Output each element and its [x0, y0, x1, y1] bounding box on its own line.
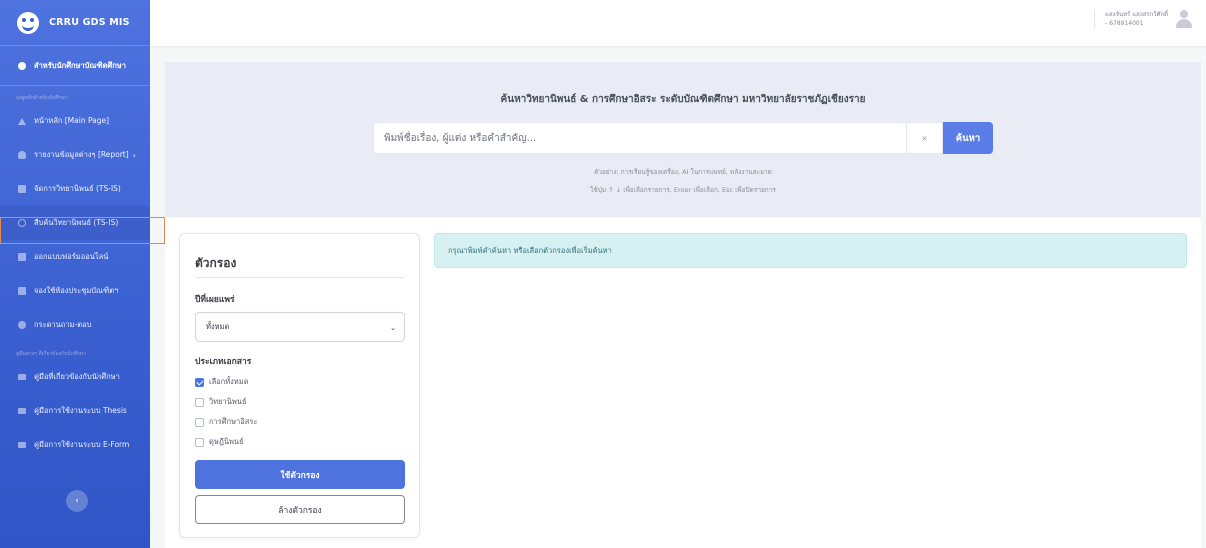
close-icon: × [921, 133, 928, 143]
checkbox-dissertation[interactable]: ดุษฎีนิพนธ์ [195, 436, 244, 448]
palette-icon [18, 61, 26, 70]
checkbox-icon[interactable] [195, 397, 204, 407]
sidebar-item-home[interactable]: หน้าหลัก [Main Page] [0, 104, 150, 138]
chevron-left-icon: ‹ [75, 496, 79, 506]
sidebar-item-label: ออกแบบฟอร์มออนไลน์ [34, 252, 109, 261]
search-icon [18, 219, 26, 227]
checkbox-icon[interactable] [195, 437, 204, 447]
sidebar-collapse-button[interactable]: ‹ [66, 490, 88, 512]
sidebar-item-online-form[interactable]: ออกแบบฟอร์มออนไลน์ [0, 240, 150, 274]
search-button[interactable]: ค้นหา [943, 122, 993, 154]
avatar-icon [1176, 10, 1192, 28]
example-hint: ตัวอย่าง: การเรียนรู้ของเครื่อง, AI ในกา… [594, 168, 772, 176]
file-icon [18, 253, 26, 261]
document-icon [18, 185, 26, 193]
doctype-label: ประเภทเอกสาร [195, 357, 252, 367]
sidebar-item-label: คู่มือการใช้งานระบบ Thesis [34, 406, 127, 415]
chevron-down-icon: ⌄ [390, 324, 396, 332]
year-label: ปีที่เผยแพร่ [195, 295, 235, 305]
clear-filter-button[interactable]: ล้างตัวกรอง [195, 495, 405, 524]
brand[interactable]: CRRU GDS MIS [0, 0, 150, 46]
brand-name: CRRU GDS MIS [49, 17, 130, 28]
clear-search-button[interactable]: × [906, 123, 942, 153]
home-icon [18, 117, 26, 125]
divider [195, 277, 405, 278]
sidebar-heading: เมนูหลักสำหรับนักศึกษา [16, 95, 68, 101]
folder-icon [18, 442, 26, 448]
sidebar-item-label: จองใช้ห้องประชุมบัณฑิตฯ [34, 286, 119, 295]
user-id: - 678914001 [1105, 20, 1144, 27]
edit-icon [18, 287, 26, 295]
smiley-logo-icon [17, 11, 39, 34]
checkbox-label: ดุษฎีนิพนธ์ [209, 437, 244, 446]
search-input[interactable] [374, 123, 906, 153]
filter-panel: ตัวกรอง ปีที่เผยแพร่ ทั้งหมด ⌄ ประเภทเอก… [179, 233, 420, 538]
checkbox-label: วิทยานิพนธ์ [209, 397, 247, 406]
keyboard-hint: ใช้ปุ่ม ↑ ↓ เพื่อเลือกรายการ, Enter เพื่… [590, 186, 776, 194]
sidebar-item-manage-thesis[interactable]: จัดการวิทยานิพนธ์ (TS-IS) [0, 172, 150, 206]
folder-icon [18, 408, 26, 414]
user-name: แสงจันทร์ แสงสรกวีศักดิ์ [1105, 11, 1168, 18]
apply-filter-button[interactable]: ใช้ตัวกรอง [195, 460, 405, 489]
sidebar-item-search-thesis[interactable]: สืบค้นวิทยานิพนธ์ (TS-IS) [0, 206, 150, 240]
sidebar-item-manual-student[interactable]: คู่มือที่เกี่ยวข้องกับนักศึกษา [0, 360, 150, 394]
sidebar-item-label: คู่มือที่เกี่ยวข้องกับนักศึกษา [34, 372, 120, 381]
sidebar-item-label: กระดานถาม-ตอบ [34, 320, 92, 329]
checkbox-thesis[interactable]: วิทยานิพนธ์ [195, 396, 247, 408]
checkbox-icon[interactable] [195, 417, 204, 427]
page-title: ค้นหาวิทยานิพนธ์ & การศึกษาอิสระ ระดับบั… [500, 94, 866, 105]
sidebar-item-student[interactable]: สำหรับนักศึกษาบัณฑิตศึกษา [0, 46, 150, 86]
sidebar-item-label: จัดการวิทยานิพนธ์ (TS-IS) [34, 184, 121, 193]
user-menu[interactable]: แสงจันทร์ แสงสรกวีศักดิ์ - 678914001 [1094, 10, 1192, 28]
checkbox-independent-study[interactable]: การศึกษาอิสระ [195, 416, 257, 428]
sidebar-item-label: สืบค้นวิทยานิพนธ์ (TS-IS) [34, 218, 119, 227]
chat-icon [18, 321, 26, 329]
sidebar-item-label: คู่มือการใช้งานระบบ E-Form [34, 440, 130, 449]
chevron-right-icon: › [132, 150, 136, 160]
filter-title: ตัวกรอง [195, 256, 237, 270]
sidebar-item-qa-board[interactable]: กระดานถาม-ตอบ [0, 308, 150, 342]
checkbox-checked-icon[interactable] [195, 377, 204, 387]
topbar: แสงจันทร์ แสงสรกวีศักดิ์ - 678914001 [150, 0, 1206, 46]
sidebar-item-room-booking[interactable]: จองใช้ห้องประชุมบัณฑิตฯ [0, 274, 150, 308]
sidebar-item-label: สำหรับนักศึกษาบัณฑิตศึกษา [34, 60, 126, 70]
sidebar-heading: คู่มือต่างๆ ที่เกี่ยวข้องกับนักศึกษา [16, 351, 86, 357]
sidebar-item-label: รายงานข้อมูลต่างๆ [Report] [34, 150, 129, 159]
year-select-value: ทั้งหมด [206, 322, 230, 331]
checkbox-select-all[interactable]: เลือกทั้งหมด [195, 376, 249, 388]
checkbox-label: การศึกษาอิสระ [209, 417, 258, 426]
user-icon [18, 151, 26, 159]
sidebar-item-manual-eform[interactable]: คู่มือการใช้งานระบบ E-Form [0, 428, 150, 462]
sidebar-item-label: หน้าหลัก [Main Page] [34, 116, 110, 125]
sidebar-item-report[interactable]: รายงานข้อมูลต่างๆ [Report] › [0, 138, 150, 172]
search-hero: ค้นหาวิทยานิพนธ์ & การศึกษาอิสระ ระดับบั… [165, 62, 1201, 217]
checkbox-label: เลือกทั้งหมด [209, 377, 249, 386]
info-alert: กรุณาพิมพ์คำค้นหา หรือเลือกตัวกรองเพื่อเ… [434, 233, 1187, 268]
search-box: × [373, 122, 943, 154]
sidebar: CRRU GDS MIS สำหรับนักศึกษาบัณฑิตศึกษา เ… [0, 0, 150, 548]
sidebar-item-manual-thesis[interactable]: คู่มือการใช้งานระบบ Thesis [0, 394, 150, 428]
folder-icon [18, 374, 26, 380]
year-select[interactable]: ทั้งหมด ⌄ [195, 312, 405, 342]
